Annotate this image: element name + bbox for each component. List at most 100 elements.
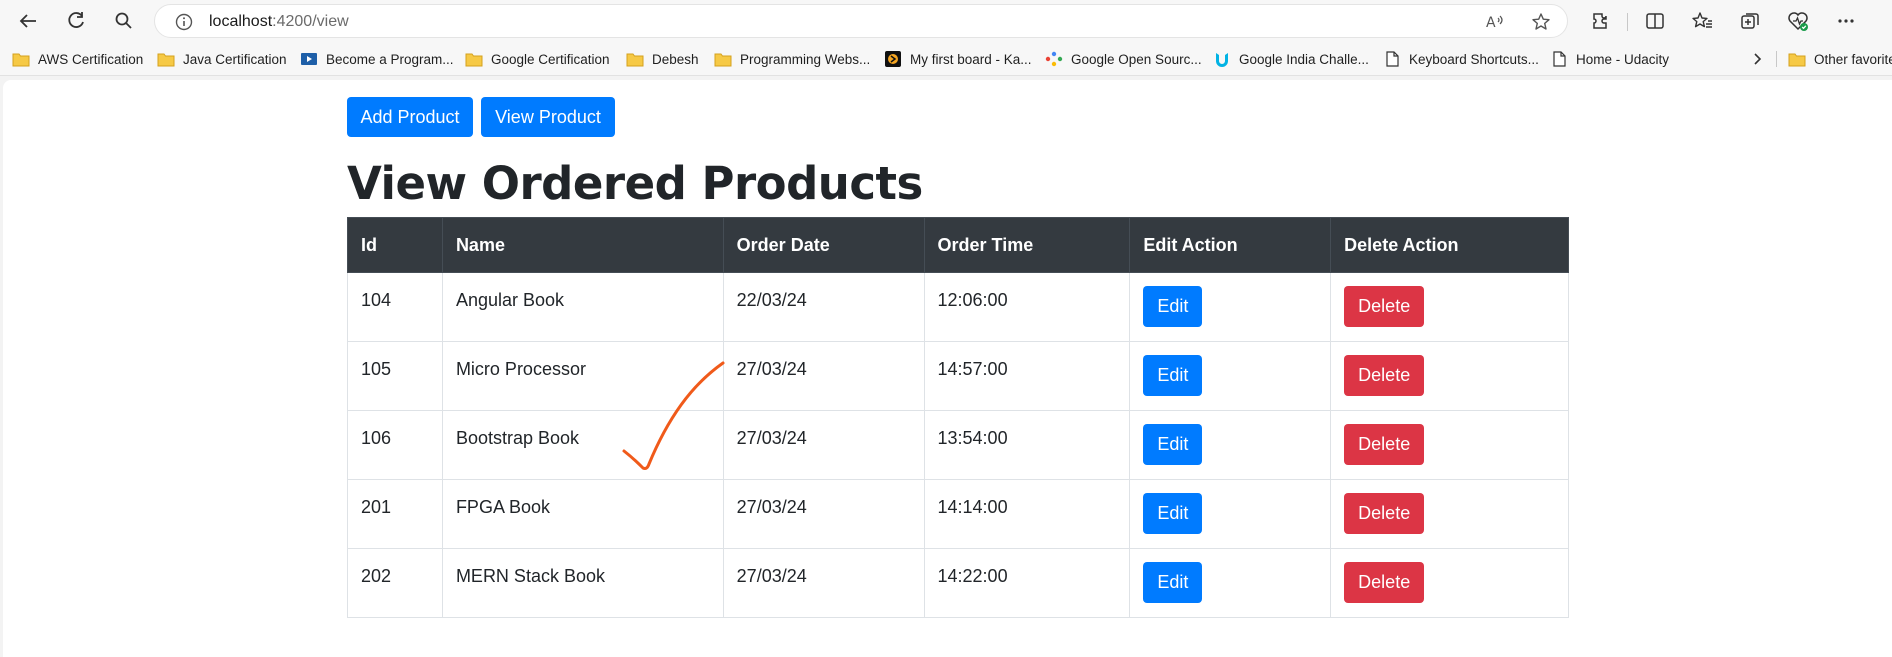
- split-screen-icon[interactable]: [1643, 9, 1667, 33]
- cell-id: 202: [347, 548, 443, 618]
- address-bar[interactable]: localhost:4200/view A: [154, 4, 1568, 38]
- cell-order-date: 27/03/24: [722, 479, 925, 549]
- delete-button[interactable]: Delete: [1344, 355, 1425, 396]
- page-icon: [1553, 51, 1566, 67]
- table-row: 201 FPGA Book 27/03/24 14:14:00 Edit Del…: [347, 479, 1569, 549]
- table-row: 105 Micro Processor 27/03/24 14:57:00 Ed…: [347, 341, 1569, 411]
- delete-button[interactable]: Delete: [1344, 424, 1425, 465]
- cell-delete-action: Delete: [1330, 272, 1569, 342]
- cell-id: 201: [347, 479, 443, 549]
- bookmark-keyboard-shortcuts[interactable]: Keyboard Shortcuts...: [1383, 49, 1539, 69]
- page-title: View Ordered Products: [347, 157, 923, 210]
- cell-id: 106: [347, 410, 443, 480]
- add-product-button[interactable]: Add Product: [347, 97, 473, 137]
- url-text[interactable]: localhost:4200/view: [209, 13, 349, 31]
- bookmarks-divider: [1776, 51, 1777, 67]
- toolbar-divider: [1627, 13, 1628, 31]
- delete-button[interactable]: Delete: [1344, 493, 1425, 534]
- edit-button[interactable]: Edit: [1143, 562, 1203, 603]
- more-options-icon[interactable]: [1834, 9, 1858, 33]
- cell-edit-action: Edit: [1129, 548, 1332, 618]
- cell-name: Angular Book: [441, 272, 724, 342]
- cell-delete-action: Delete: [1330, 548, 1569, 618]
- edit-button[interactable]: Edit: [1143, 286, 1203, 327]
- bookmark-programming-websites[interactable]: Programming Webs...: [714, 49, 870, 69]
- url-host: localhost: [209, 13, 273, 30]
- google-open-source-icon: [1045, 51, 1063, 67]
- bookmark-my-first-board[interactable]: My first board - Ka...: [884, 49, 1032, 69]
- bookmark-debesh[interactable]: Debesh: [626, 49, 699, 69]
- site-info-icon[interactable]: [175, 13, 193, 31]
- bookmark-label: Google Open Sourc...: [1071, 51, 1202, 67]
- cell-edit-action: Edit: [1129, 479, 1332, 549]
- bookmark-google-certification[interactable]: Google Certification: [465, 49, 610, 69]
- cell-name: Micro Processor: [441, 341, 724, 411]
- cell-order-time: 13:54:00: [923, 410, 1131, 480]
- cell-id: 104: [347, 272, 443, 342]
- bookmark-label: Home - Udacity: [1576, 51, 1670, 67]
- delete-button[interactable]: Delete: [1344, 562, 1425, 603]
- bookmark-label: Google Certification: [491, 51, 610, 67]
- collections-icon[interactable]: [1738, 9, 1762, 33]
- delete-button[interactable]: Delete: [1344, 286, 1425, 327]
- cell-order-time: 14:57:00: [923, 341, 1131, 411]
- edit-button[interactable]: Edit: [1143, 493, 1203, 534]
- bookmark-label: Keyboard Shortcuts...: [1409, 51, 1539, 67]
- extensions-icon[interactable]: [1588, 9, 1612, 33]
- bookmark-google-india-challenge[interactable]: Google India Challe...: [1213, 49, 1369, 69]
- table-row: 106 Bootstrap Book 27/03/24 13:54:00 Edi…: [347, 410, 1569, 480]
- edit-button[interactable]: Edit: [1143, 424, 1203, 465]
- cell-delete-action: Delete: [1330, 341, 1569, 411]
- cell-delete-action: Delete: [1330, 410, 1569, 480]
- orders-table: Id Name Order Date Order Time Edit Actio…: [347, 217, 1569, 618]
- bookmarks-bar: AWS Certification Java Certification Bec…: [0, 42, 1892, 76]
- cell-edit-action: Edit: [1129, 272, 1332, 342]
- favorite-star-icon[interactable]: [1531, 12, 1551, 32]
- bookmark-label: AWS Certification: [38, 51, 144, 67]
- bookmark-label: Debesh: [652, 51, 699, 67]
- page-icon: [1386, 51, 1399, 67]
- bookmark-other-favorites[interactable]: Other favorites: [1788, 49, 1892, 69]
- table-header-row: Id Name Order Date Order Time Edit Actio…: [347, 217, 1569, 273]
- column-header-order-time: Order Time: [923, 217, 1131, 273]
- bookmark-google-open-source[interactable]: Google Open Sourc...: [1045, 49, 1202, 69]
- bookmark-label: Other favorites: [1814, 51, 1892, 67]
- refresh-icon[interactable]: [60, 6, 92, 36]
- udacity-icon: [1216, 53, 1228, 67]
- video-icon: [301, 53, 317, 65]
- cell-edit-action: Edit: [1129, 410, 1332, 480]
- column-header-name: Name: [441, 217, 724, 273]
- svg-text:A: A: [1486, 15, 1496, 31]
- column-header-order-date: Order Date: [722, 217, 925, 273]
- browser-essentials-icon[interactable]: [1786, 9, 1810, 33]
- folder-icon: [1788, 53, 1806, 67]
- edit-button[interactable]: Edit: [1143, 355, 1203, 396]
- bookmark-label: Become a Program...: [326, 51, 454, 67]
- kaggle-board-icon: [885, 51, 901, 67]
- cell-delete-action: Delete: [1330, 479, 1569, 549]
- cell-order-date: 22/03/24: [722, 272, 925, 342]
- view-product-button[interactable]: View Product: [481, 97, 615, 137]
- table-row: 104 Angular Book 22/03/24 12:06:00 Edit …: [347, 272, 1569, 342]
- bookmark-java-certification[interactable]: Java Certification: [157, 49, 287, 69]
- cell-name: MERN Stack Book: [441, 548, 724, 618]
- column-header-delete-action: Delete Action: [1330, 217, 1569, 273]
- bookmark-label: My first board - Ka...: [910, 51, 1032, 67]
- bookmark-home-udacity[interactable]: Home - Udacity: [1550, 49, 1669, 69]
- cell-name: Bootstrap Book: [441, 410, 724, 480]
- cell-order-time: 14:14:00: [923, 479, 1131, 549]
- search-icon[interactable]: [108, 6, 140, 36]
- bookmark-become-a-programmer[interactable]: Become a Program...: [300, 49, 454, 69]
- folder-icon: [626, 53, 644, 67]
- cell-name: FPGA Book: [441, 479, 724, 549]
- favorites-icon[interactable]: [1690, 9, 1714, 33]
- chevron-right-icon[interactable]: [1748, 50, 1766, 68]
- read-aloud-icon[interactable]: A: [1485, 12, 1505, 32]
- bookmark-label: Java Certification: [183, 51, 287, 67]
- bookmark-aws-certification[interactable]: AWS Certification: [12, 49, 143, 69]
- browser-toolbar: localhost:4200/view A: [0, 0, 1892, 42]
- column-header-id: Id: [347, 217, 443, 273]
- cell-edit-action: Edit: [1129, 341, 1332, 411]
- back-arrow-icon[interactable]: [12, 6, 44, 36]
- folder-icon: [714, 53, 732, 67]
